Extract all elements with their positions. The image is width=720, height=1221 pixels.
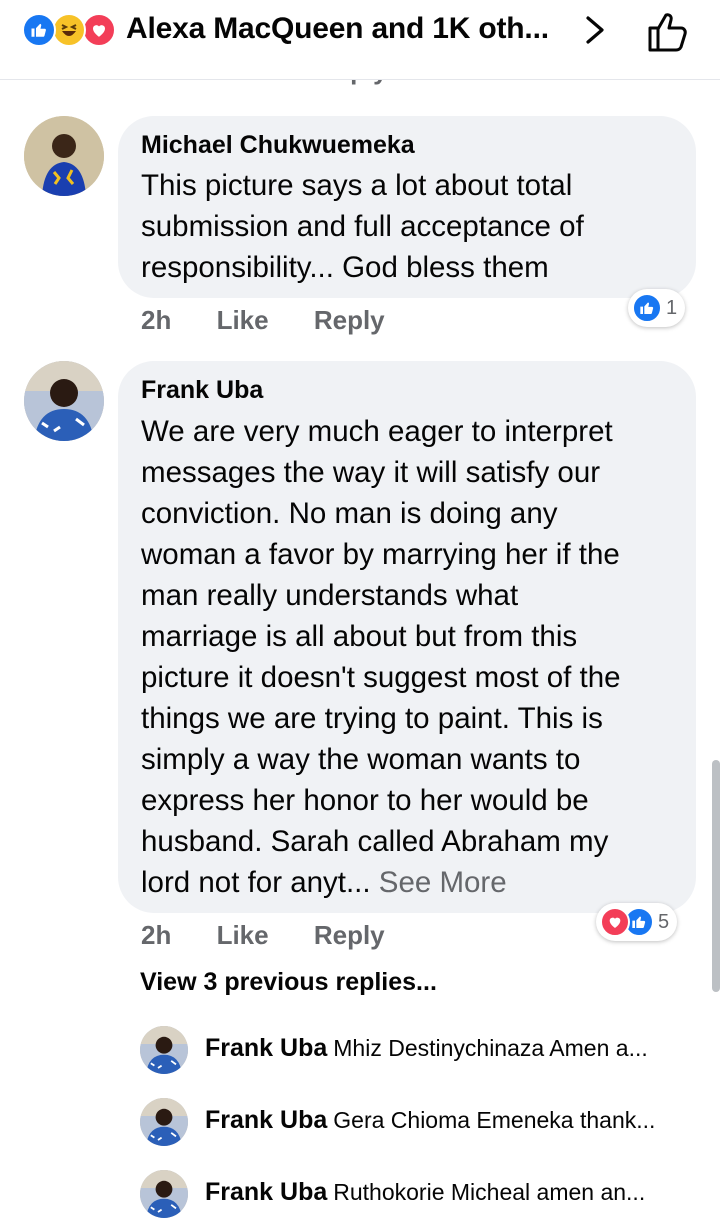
comment-meta: 2h Like Reply	[141, 920, 385, 951]
reply-item[interactable]: Frank Uba Mhiz Destinychinaza Amen a...	[140, 1026, 700, 1076]
like-link[interactable]: Like	[217, 305, 269, 336]
avatar[interactable]	[24, 361, 104, 441]
like-icon	[632, 293, 662, 323]
love-icon	[82, 13, 116, 47]
reactions-header[interactable]: Alexa MacQueen and 1K oth...	[0, 0, 720, 80]
reply-author[interactable]: Frank Uba	[205, 1034, 327, 1062]
like-icon	[22, 13, 56, 47]
avatar[interactable]	[140, 1170, 188, 1218]
reply-link[interactable]: Reply	[314, 305, 385, 336]
time-label: 2h	[141, 305, 172, 335]
reply-text: Gera Chioma Emeneka thank...	[333, 1107, 656, 1133]
like-link[interactable]: Like	[217, 920, 269, 951]
reply-item[interactable]: Frank Uba Gera Chioma Emeneka thank...	[140, 1098, 700, 1148]
like-outline-icon[interactable]	[644, 8, 692, 56]
reaction-icons	[22, 13, 122, 47]
haha-icon	[52, 13, 86, 47]
avatar[interactable]	[140, 1026, 188, 1074]
view-previous-replies-link[interactable]: View 3 previous replies...	[140, 968, 437, 997]
reactions-summary[interactable]: Alexa MacQueen and 1K oth...	[126, 12, 549, 46]
reply-text: Ruthokorie Micheal amen an...	[333, 1179, 646, 1205]
comment-reactions[interactable]: 5	[596, 903, 678, 941]
avatar[interactable]	[24, 116, 104, 196]
time-label: 2h	[141, 920, 172, 950]
scrollbar[interactable]	[712, 760, 720, 992]
comment-author[interactable]: Frank Uba	[141, 376, 263, 405]
chevron-right-icon[interactable]	[580, 12, 610, 48]
avatar[interactable]	[140, 1098, 188, 1146]
reply-author[interactable]: Frank Uba	[205, 1178, 327, 1206]
reply-item[interactable]: Frank Uba Ruthokorie Micheal amen an...	[140, 1170, 700, 1220]
reaction-count: 5	[658, 910, 670, 933]
comment-author[interactable]: Michael Chukwuemeka	[141, 131, 415, 160]
comment-reactions[interactable]: 1	[628, 289, 686, 327]
comment-text: This picture says a lot about total subm…	[141, 169, 584, 284]
reply-text: Mhiz Destinychinaza Amen a...	[333, 1035, 648, 1061]
reaction-count: 1	[666, 296, 678, 319]
reply-link[interactable]: Reply	[314, 920, 385, 951]
comment-text: We are very much eager to interpret mess…	[141, 415, 621, 899]
reply-author[interactable]: Frank Uba	[205, 1106, 327, 1134]
love-icon	[600, 907, 630, 937]
comment-meta: 2h Like Reply	[141, 305, 385, 336]
see-more-link[interactable]: See More	[379, 866, 507, 899]
